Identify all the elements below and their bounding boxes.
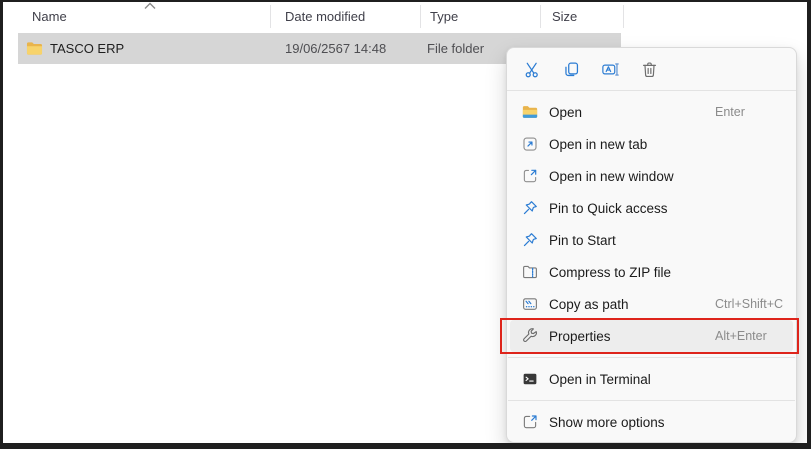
menu-item-show-more-options[interactable]: Show more options — [507, 406, 796, 438]
file-name: TASCO ERP — [50, 41, 124, 56]
context-menu: Open Enter Open in new tab — [506, 47, 797, 443]
menu-divider — [508, 400, 795, 401]
sort-ascending-icon[interactable] — [143, 1, 157, 11]
menu-item-pin-to-quick-access[interactable]: Pin to Quick access — [507, 192, 796, 224]
show-more-icon — [519, 412, 541, 432]
menu-item-open[interactable]: Open Enter — [507, 96, 796, 128]
pin-icon — [519, 230, 541, 250]
menu-item-copy-as-path[interactable]: Copy as path Ctrl+Shift+C — [507, 288, 796, 320]
copy-path-icon — [519, 294, 541, 314]
context-menu-toolbar — [507, 48, 796, 90]
zip-folder-icon — [519, 262, 541, 282]
menu-item-label: Open in Terminal — [549, 372, 651, 387]
scissors-icon — [523, 60, 542, 79]
column-header-type[interactable]: Type — [430, 9, 458, 24]
folder-icon — [25, 39, 44, 58]
folder-icon — [519, 102, 541, 122]
cut-button[interactable] — [515, 53, 549, 85]
menu-item-label: Pin to Start — [549, 233, 616, 248]
menu-item-properties[interactable]: Properties Alt+Enter — [510, 320, 793, 352]
menu-item-label: Open — [549, 105, 582, 120]
menu-item-pin-to-start[interactable]: Pin to Start — [507, 224, 796, 256]
open-new-tab-icon — [519, 134, 541, 154]
menu-item-shortcut: Enter — [715, 105, 745, 119]
copy-button[interactable] — [554, 53, 588, 85]
wrench-icon — [519, 326, 541, 346]
menu-divider — [508, 357, 795, 358]
menu-item-open-in-new-window[interactable]: Open in new window — [507, 160, 796, 192]
column-divider[interactable] — [540, 5, 541, 28]
column-divider[interactable] — [623, 5, 624, 28]
terminal-icon — [519, 369, 541, 389]
pin-icon — [519, 198, 541, 218]
column-header-size[interactable]: Size — [552, 9, 577, 24]
menu-item-label: Properties — [549, 329, 611, 344]
menu-item-label: Pin to Quick access — [549, 201, 668, 216]
delete-button[interactable] — [632, 53, 666, 85]
menu-item-label: Show more options — [549, 415, 665, 430]
copy-icon — [562, 60, 581, 79]
file-type: File folder — [427, 41, 484, 56]
column-divider[interactable] — [420, 5, 421, 28]
file-date-modified: 19/06/2567 14:48 — [285, 41, 386, 56]
menu-item-shortcut: Alt+Enter — [715, 329, 767, 343]
menu-item-open-in-terminal[interactable]: Open in Terminal — [507, 363, 796, 395]
menu-item-label: Open in new window — [549, 169, 674, 184]
open-new-window-icon — [519, 166, 541, 186]
file-explorer-window: Name Date modified Type Size TASCO ERP 1… — [0, 0, 811, 449]
column-divider[interactable] — [270, 5, 271, 28]
menu-item-shortcut: Ctrl+Shift+C — [715, 297, 783, 311]
column-header-name[interactable]: Name — [32, 9, 67, 24]
menu-item-compress-to-zip[interactable]: Compress to ZIP file — [507, 256, 796, 288]
rename-icon — [600, 60, 620, 79]
menu-item-open-in-new-tab[interactable]: Open in new tab — [507, 128, 796, 160]
rename-button[interactable] — [593, 53, 627, 85]
trash-icon — [640, 60, 659, 79]
column-header-date-modified[interactable]: Date modified — [285, 9, 365, 24]
menu-item-label: Compress to ZIP file — [549, 265, 671, 280]
menu-item-label: Open in new tab — [549, 137, 647, 152]
menu-item-label: Copy as path — [549, 297, 629, 312]
